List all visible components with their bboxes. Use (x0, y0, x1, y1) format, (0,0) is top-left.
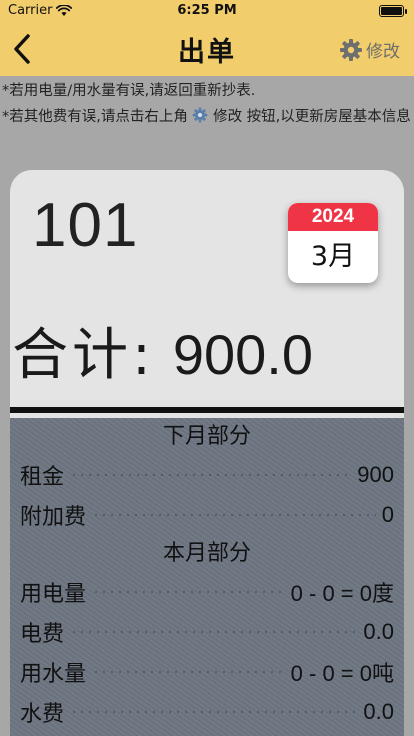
note-reading-error: *若用电量/用水量有误,请返回重新抄表. (2, 83, 256, 99)
top-bar: Carrier 6:25 PM 出单 修改 (0, 0, 414, 76)
row-value: 900 (357, 462, 394, 487)
bill-details: 下月部分 租金 900 附加费 0 本月部分 用电量 0 - 0 = 0度 电费… (10, 418, 404, 736)
note-fee-error-text: *若其他费有误,请点击右上角 (2, 109, 188, 125)
edit-label: 修改 (366, 42, 400, 62)
row-value: 0.0 (363, 619, 394, 644)
row-label: 用电量 (20, 582, 87, 607)
this-month-section-title: 本月部分 (162, 541, 251, 566)
detail-row-electricity-fee: 电费 0.0 (10, 612, 404, 652)
row-value: 0.0 (363, 699, 394, 724)
dotted-leader (70, 474, 352, 476)
navigation-bar: 出单 修改 (0, 22, 414, 76)
note-fee-error-text-2: 修改 按钮,以更新房屋基本信息 (213, 109, 411, 125)
dotted-leader (92, 591, 285, 593)
edit-button[interactable]: 修改 (339, 37, 400, 62)
row-label: 租金 (20, 465, 65, 490)
status-time: 6:25 PM (177, 3, 237, 18)
room-number: 101 (32, 191, 139, 260)
total-amount: 合计: 900.0 (12, 310, 313, 391)
calendar-year: 2024 (288, 203, 378, 231)
bill-card: 101 2024 3月 合计: 900.0 下月部分 租金 900 附加费 0 本… (10, 170, 404, 736)
detail-row-water-fee: 水费 0.0 (10, 692, 404, 732)
row-value: 0 - 0 = 0度 (290, 581, 394, 606)
divider (10, 407, 404, 413)
detail-row-electricity-usage: 用电量 0 - 0 = 0度 (10, 572, 404, 612)
dotted-leader (70, 631, 358, 633)
row-value: 0 (381, 502, 394, 527)
notes: *若用电量/用水量有误,请返回重新抄表. *若其他费有误,请点击右上角 修改 按… (0, 80, 414, 132)
status-bar: Carrier 6:25 PM (0, 0, 414, 22)
dotted-leader (70, 711, 358, 713)
gear-icon (340, 38, 362, 61)
note-fee-error: *若其他费有误,请点击右上角 修改 按钮,以更新房屋基本信息 (2, 106, 412, 128)
dotted-leader (92, 671, 285, 673)
detail-row-water-usage: 用水量 0 - 0 = 0吨 (10, 652, 404, 692)
row-label: 用水量 (20, 662, 87, 687)
row-label: 水费 (20, 702, 65, 727)
calendar-badge[interactable]: 2024 3月 (288, 203, 378, 283)
row-value: 0 - 0 = 0吨 (290, 661, 394, 686)
row-label: 附加费 (20, 505, 87, 530)
total-value: 900.0 (172, 323, 314, 386)
dotted-leader (92, 514, 376, 516)
row-label: 电费 (20, 622, 65, 647)
calendar-month: 3月 (310, 241, 356, 272)
next-month-section-title: 下月部分 (162, 424, 251, 449)
gear-icon (193, 107, 208, 123)
battery-icon (379, 5, 407, 17)
total-label: 合计: (12, 323, 155, 388)
detail-row-rent: 租金 900 (10, 455, 404, 495)
detail-row-surcharge: 附加费 0 (10, 495, 404, 535)
